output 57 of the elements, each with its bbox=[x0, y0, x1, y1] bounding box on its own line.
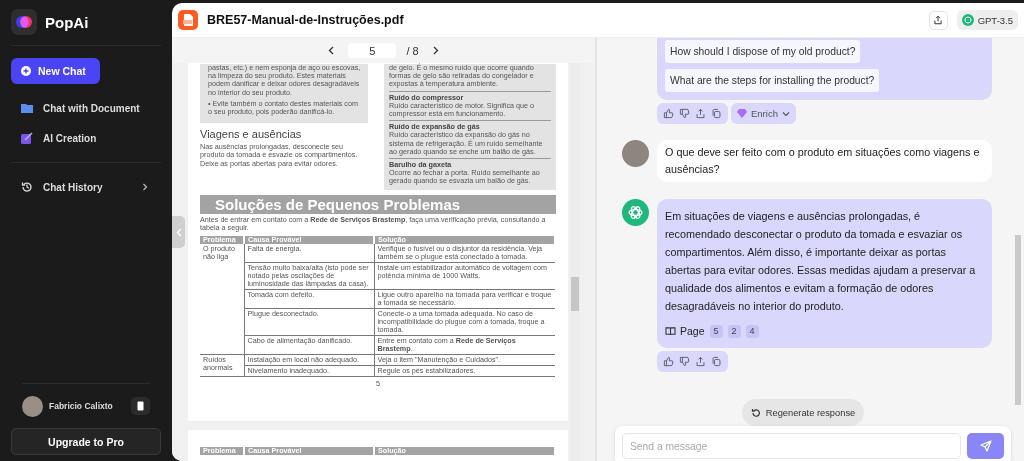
new-chat-button[interactable]: New Chat bbox=[11, 58, 100, 84]
share-icon[interactable] bbox=[695, 356, 706, 367]
thumbs-up-icon[interactable] bbox=[663, 356, 674, 367]
user-name: Fabricio Calixto bbox=[49, 401, 114, 411]
chat-history-item[interactable]: Chat History bbox=[11, 172, 161, 202]
phone-icon bbox=[137, 401, 144, 411]
share-icon[interactable] bbox=[695, 108, 706, 119]
page-label: Page bbox=[680, 324, 705, 339]
plus-icon bbox=[21, 66, 31, 76]
user-avatar bbox=[622, 140, 649, 167]
file-title: BRE57-Manual-de-Instruções.pdf bbox=[207, 13, 405, 27]
thumbs-up-icon[interactable] bbox=[663, 108, 674, 119]
upgrade-button[interactable]: Upgrade to Pro bbox=[11, 428, 161, 455]
sidebar-item[interactable]: Chat with Document bbox=[11, 93, 161, 123]
user-avatar bbox=[22, 395, 43, 417]
suggested-question[interactable]: How should I dispose of my old product? bbox=[665, 40, 861, 63]
bot-message: Em situações de viagens e ausências prolongadas, é recomendado desconectar o produto da tomada e esvaziar os compartimentos. Além disso, é importante deixar as portas abertas para evitar odores. Essas medidas ajudam a preservar a qualidade dos alimentos e evitam a formação de odores desagradáveis no interior do produto. bbox=[665, 209, 977, 314]
sidebar-item[interactable]: AI Creation bbox=[11, 123, 161, 153]
send-button[interactable] bbox=[967, 433, 1004, 459]
send-icon bbox=[979, 440, 992, 452]
scrollbar-thumb[interactable] bbox=[1015, 235, 1021, 405]
section-title: Viagens e ausências bbox=[200, 128, 303, 141]
chevron-left-icon bbox=[175, 227, 182, 237]
pen-icon bbox=[21, 132, 33, 144]
bot-avatar bbox=[622, 199, 649, 226]
mobile-button[interactable] bbox=[131, 397, 150, 415]
share-icon bbox=[933, 15, 944, 25]
user-message: O que deve ser feito com o produto em situações como viagens e ausências? bbox=[657, 140, 992, 182]
scrollbar-thumb[interactable] bbox=[571, 277, 579, 311]
model-icon bbox=[961, 14, 974, 26]
enrich-button[interactable]: Enrich bbox=[731, 103, 796, 124]
copy-icon[interactable] bbox=[711, 356, 722, 367]
page-reference[interactable]: 2 bbox=[727, 324, 741, 338]
page-reference[interactable]: 4 bbox=[745, 324, 759, 338]
thumbs-down-icon[interactable] bbox=[679, 108, 690, 119]
history-icon bbox=[21, 181, 33, 193]
page-number-field[interactable]: 5 bbox=[348, 43, 397, 58]
chevron-right-icon bbox=[432, 45, 439, 55]
share-button[interactable] bbox=[928, 10, 948, 30]
page-reference[interactable]: 5 bbox=[709, 324, 723, 338]
pdf-file-icon bbox=[178, 10, 198, 30]
brand-name: PopAi bbox=[45, 13, 89, 31]
chevron-right-icon bbox=[141, 183, 149, 191]
page-total: / 8 bbox=[406, 44, 419, 57]
gem-icon bbox=[737, 109, 747, 118]
section-heading: Soluções de Pequenos Problemas bbox=[200, 194, 556, 214]
suggested-question[interactable]: What are the steps for installing the product? bbox=[665, 69, 880, 92]
model-selector[interactable]: GPT-3.5 bbox=[956, 10, 1018, 30]
folder-icon bbox=[21, 102, 33, 114]
book-icon bbox=[665, 326, 676, 336]
regenerate-button[interactable]: Regenerate response bbox=[741, 399, 865, 426]
chevron-down-icon bbox=[781, 110, 790, 117]
copy-icon[interactable] bbox=[711, 108, 722, 119]
refresh-icon bbox=[750, 407, 761, 418]
message-input[interactable]: Send a message bbox=[622, 433, 961, 459]
thumbs-down-icon[interactable] bbox=[679, 356, 690, 367]
chevron-left-icon bbox=[328, 45, 335, 55]
